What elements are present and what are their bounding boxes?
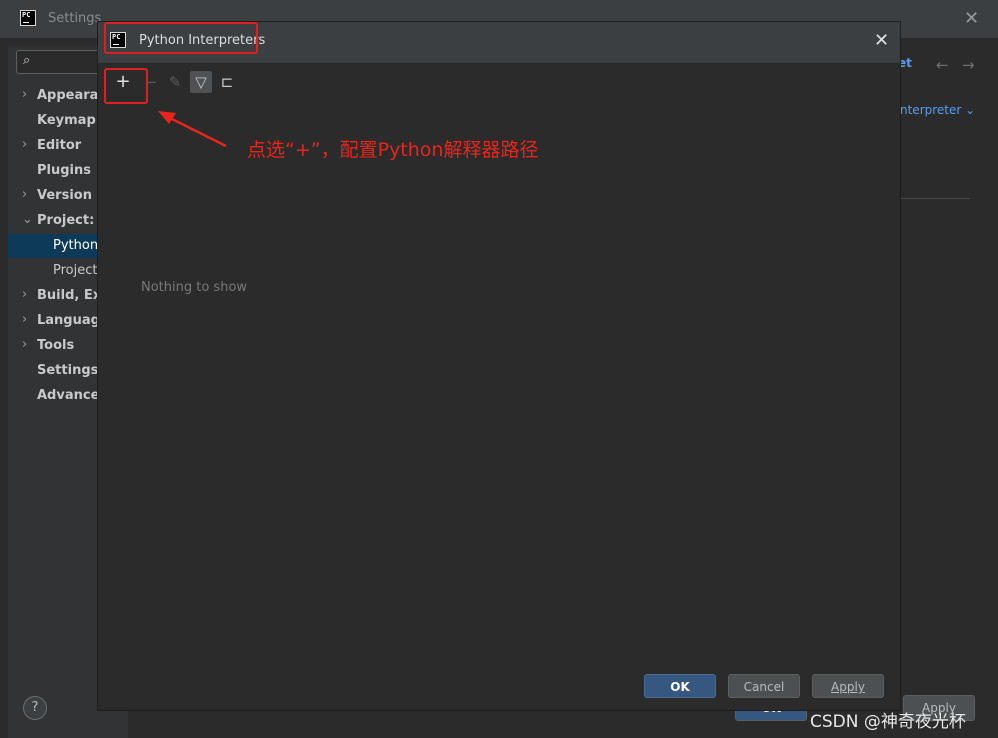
watermark: CSDN @神奇夜光杯 xyxy=(810,712,966,732)
annotation-text: 点选“+”，配置Python解释器路径 xyxy=(247,139,539,161)
annotation-arrow xyxy=(158,111,227,148)
